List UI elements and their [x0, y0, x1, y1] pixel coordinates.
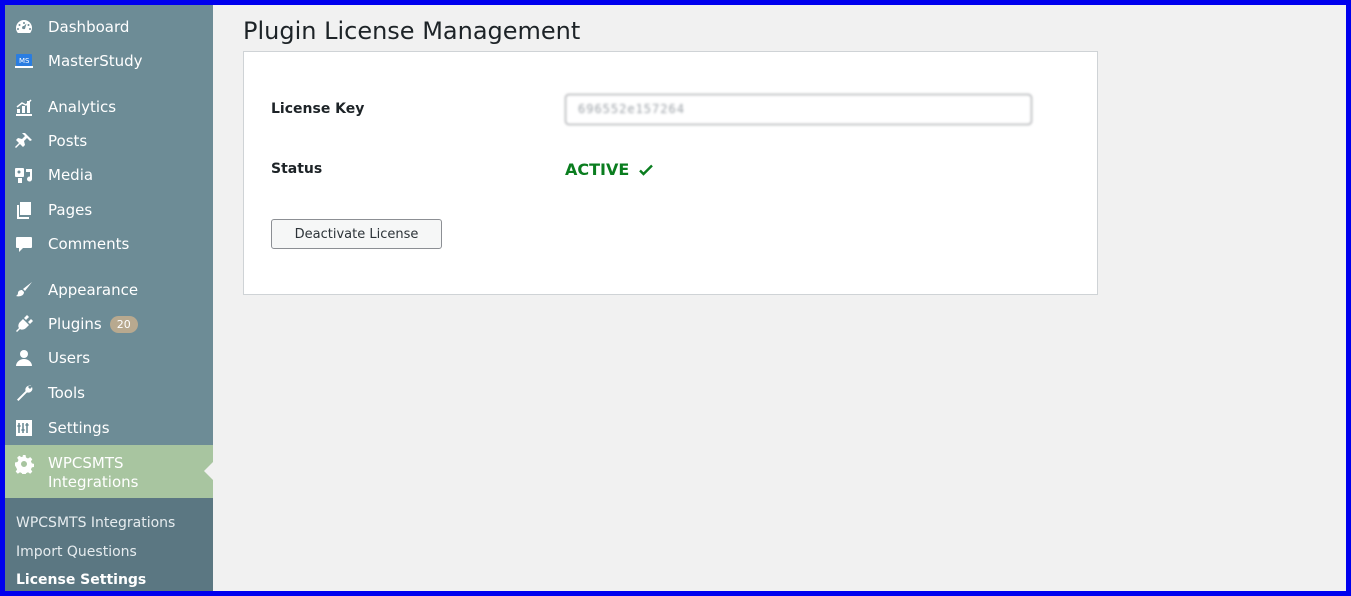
sidebar-active-label: WPCSMTS Integrations	[48, 454, 139, 491]
sidebar-item-label: Comments	[48, 235, 130, 253]
pages-icon	[12, 200, 36, 220]
sidebar-item-analytics[interactable]: Analytics	[5, 90, 213, 124]
sidebar-item-label: Appearance	[48, 281, 139, 299]
sidebar-item-media[interactable]: Media	[5, 158, 213, 192]
sidebar-item-pages[interactable]: Pages	[5, 193, 213, 227]
sidebar-item-label: Plugins	[48, 315, 102, 333]
plug-icon	[12, 314, 36, 334]
sidebar-item-masterstudy[interactable]: MS MasterStudy	[5, 44, 213, 78]
sidebar-item-label: Media	[48, 166, 94, 184]
submenu-item-import-questions[interactable]: Import Questions	[16, 544, 137, 560]
license-key-input[interactable]: 696552e157264	[565, 94, 1032, 125]
sidebar-item-label: MasterStudy	[48, 52, 143, 70]
status-label: Status	[271, 161, 323, 177]
settings-sliders-icon	[12, 418, 36, 438]
dashboard-icon	[12, 17, 36, 37]
plugins-update-count-badge: 20	[109, 315, 138, 333]
masterstudy-icon: MS	[12, 51, 36, 71]
sidebar-item-label: Analytics	[48, 98, 117, 116]
sidebar-item-settings[interactable]: Settings	[5, 411, 213, 445]
deactivate-license-button[interactable]: Deactivate License	[271, 219, 442, 249]
sidebar-item-appearance[interactable]: Appearance	[5, 273, 213, 307]
page-title: Plugin License Management	[243, 17, 581, 45]
sidebar-item-users[interactable]: Users	[5, 341, 213, 375]
wrench-icon	[12, 383, 36, 403]
sidebar-item-dashboard[interactable]: Dashboard	[5, 10, 213, 44]
svg-text:MS: MS	[19, 57, 30, 65]
sidebar-item-wpcsmts-integrations[interactable]: WPCSMTS Integrations	[5, 445, 213, 498]
user-icon	[12, 348, 36, 368]
media-icon	[12, 165, 36, 185]
sidebar-item-label: Posts	[48, 132, 88, 150]
sidebar-submenu: WPCSMTS Integrations Import Questions Li…	[5, 498, 213, 591]
license-card: License Key 696552e157264 Status ACTIVE …	[243, 51, 1098, 295]
sidebar-item-plugins[interactable]: Plugins 20	[5, 307, 213, 341]
sidebar-item-label: Tools	[48, 384, 85, 402]
status-text: ACTIVE	[565, 160, 630, 179]
submenu-item-wpcsmts-integrations[interactable]: WPCSMTS Integrations	[16, 515, 175, 531]
sidebar-item-label: Users	[48, 349, 91, 367]
sidebar-item-label: Pages	[48, 201, 93, 219]
brush-icon	[12, 280, 36, 300]
gear-icon	[12, 454, 36, 474]
license-key-label: License Key	[271, 101, 365, 117]
sidebar-item-tools[interactable]: Tools	[5, 376, 213, 410]
status-value: ACTIVE	[565, 160, 654, 179]
admin-sidebar: Dashboard MS MasterStudy Analytics Posts	[5, 5, 213, 591]
sidebar-item-label: Settings	[48, 419, 110, 437]
checkmark-icon	[639, 164, 654, 176]
sidebar-item-label: Dashboard	[48, 18, 130, 36]
sidebar-item-comments[interactable]: Comments	[5, 227, 213, 261]
app-frame: Dashboard MS MasterStudy Analytics Posts	[5, 5, 1346, 591]
active-menu-pointer	[204, 462, 213, 480]
sidebar-item-posts[interactable]: Posts	[5, 124, 213, 158]
submenu-item-license-settings[interactable]: License Settings	[16, 572, 146, 588]
analytics-icon	[12, 97, 36, 117]
comment-icon	[12, 234, 36, 254]
pin-icon	[12, 131, 36, 151]
